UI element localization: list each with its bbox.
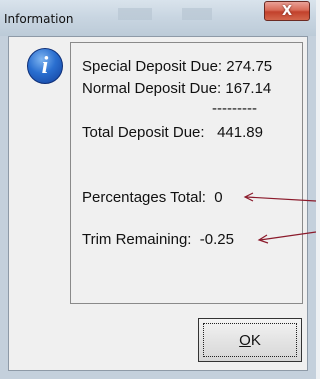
ok-label-rest: K bbox=[250, 331, 261, 349]
percentages-arrow bbox=[243, 192, 316, 202]
special-deposit-text: Special Deposit Due: 274.75 bbox=[82, 58, 273, 75]
separator-text: --------- bbox=[212, 100, 257, 117]
annotation-arrows bbox=[243, 192, 316, 244]
title-bar[interactable]: Information X bbox=[0, 0, 316, 36]
close-icon: X bbox=[281, 3, 293, 19]
ok-button[interactable]: OK bbox=[198, 318, 302, 362]
background-ghost bbox=[118, 8, 152, 20]
window-title: Information bbox=[4, 12, 74, 26]
ok-button-focus-rect: OK bbox=[203, 323, 297, 357]
trim-remaining-arrow bbox=[257, 231, 316, 244]
trim-remaining-text: Trim Remaining: -0.25 bbox=[82, 231, 234, 248]
total-deposit-text: Total Deposit Due: 441.89 bbox=[82, 124, 263, 141]
close-button[interactable]: X bbox=[264, 1, 310, 21]
percentages-total-text: Percentages Total: 0 bbox=[82, 189, 223, 206]
information-dialog: Information X i Special Deposit Due: 274… bbox=[0, 0, 316, 379]
background-ghost bbox=[182, 8, 212, 20]
window-frame-bottom bbox=[0, 371, 316, 379]
ok-mnemonic: O bbox=[239, 331, 251, 349]
information-icon: i bbox=[27, 48, 63, 84]
window-frame-left bbox=[0, 36, 8, 379]
information-icon-glyph: i bbox=[41, 52, 49, 79]
normal-deposit-text: Normal Deposit Due: 167.14 bbox=[82, 80, 272, 97]
